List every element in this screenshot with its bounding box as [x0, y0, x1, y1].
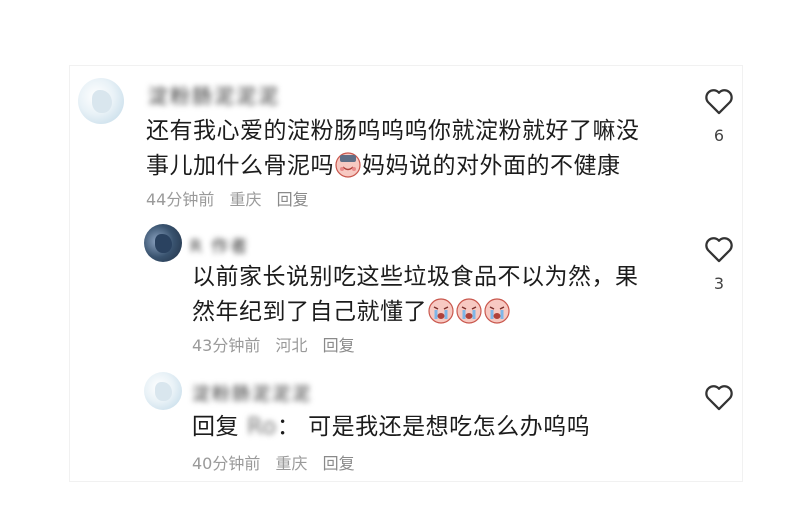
crying-face-emoji-icon	[428, 298, 454, 324]
comment-text: 以前家长说别吃这些垃圾食品不以为然，果 然年纪到了自己就懂了	[192, 260, 692, 330]
location: 重庆	[229, 190, 262, 209]
avatar[interactable]	[144, 224, 182, 262]
reply-to-username[interactable]: Ro	[247, 414, 277, 440]
comments-panel: 淀粉肠泥泥泥 还有我心爱的淀粉肠呜呜呜你就淀粉就好了嘛没 事儿加什么骨泥吗 妈妈…	[70, 66, 742, 481]
like-count: 6	[713, 126, 725, 145]
like-count: 3	[713, 274, 725, 293]
reply-button[interactable]: 回复	[323, 454, 355, 473]
comment-line: 然年纪到了自己就懂了	[192, 295, 692, 330]
comment-meta: 44分钟前 重庆 回复	[146, 186, 319, 210]
timestamp: 44分钟前	[146, 190, 215, 209]
comment-text: 还有我心爱的淀粉肠呜呜呜你就淀粉就好了嘛没 事儿加什么骨泥吗 妈妈说的对外面的不…	[146, 114, 706, 184]
reply-button[interactable]: 回复	[323, 336, 355, 355]
comment-line: 还有我心爱的淀粉肠呜呜呜你就淀粉就好了嘛没	[146, 118, 640, 144]
heart-outline-icon[interactable]	[702, 232, 736, 266]
heart-outline-icon[interactable]	[702, 84, 736, 118]
avatar[interactable]	[78, 78, 124, 124]
username[interactable]: 淀粉肠泥泥泥	[192, 380, 312, 406]
reply-text: ： 可是我还是想吃怎么办呜呜	[276, 414, 591, 440]
crying-face-emoji-icon	[484, 298, 510, 324]
comment-text: 回复 Ro： 可是我还是想吃怎么办呜呜	[192, 410, 692, 445]
comment-meta: 40分钟前 重庆 回复	[192, 450, 365, 474]
timestamp: 40分钟前	[192, 454, 261, 473]
location: 重庆	[275, 454, 308, 473]
crying-face-emoji-icon	[456, 298, 482, 324]
location: 河北	[275, 336, 308, 355]
blushing-face-emoji-icon	[335, 152, 361, 178]
comment-line: 事儿加什么骨泥吗 妈妈说的对外面的不健康	[146, 152, 621, 179]
username[interactable]: 淀粉肠泥泥泥	[148, 80, 280, 109]
reply-prefix: 回复	[192, 414, 239, 440]
timestamp: 43分钟前	[192, 336, 261, 355]
avatar[interactable]	[144, 372, 182, 410]
heart-outline-icon[interactable]	[702, 380, 736, 414]
comment-line: 以前家长说别吃这些垃圾食品不以为然，果	[192, 264, 639, 290]
username[interactable]: R 作者	[190, 232, 249, 257]
reply-button[interactable]: 回复	[277, 190, 309, 209]
comment-meta: 43分钟前 河北 回复	[192, 332, 365, 356]
